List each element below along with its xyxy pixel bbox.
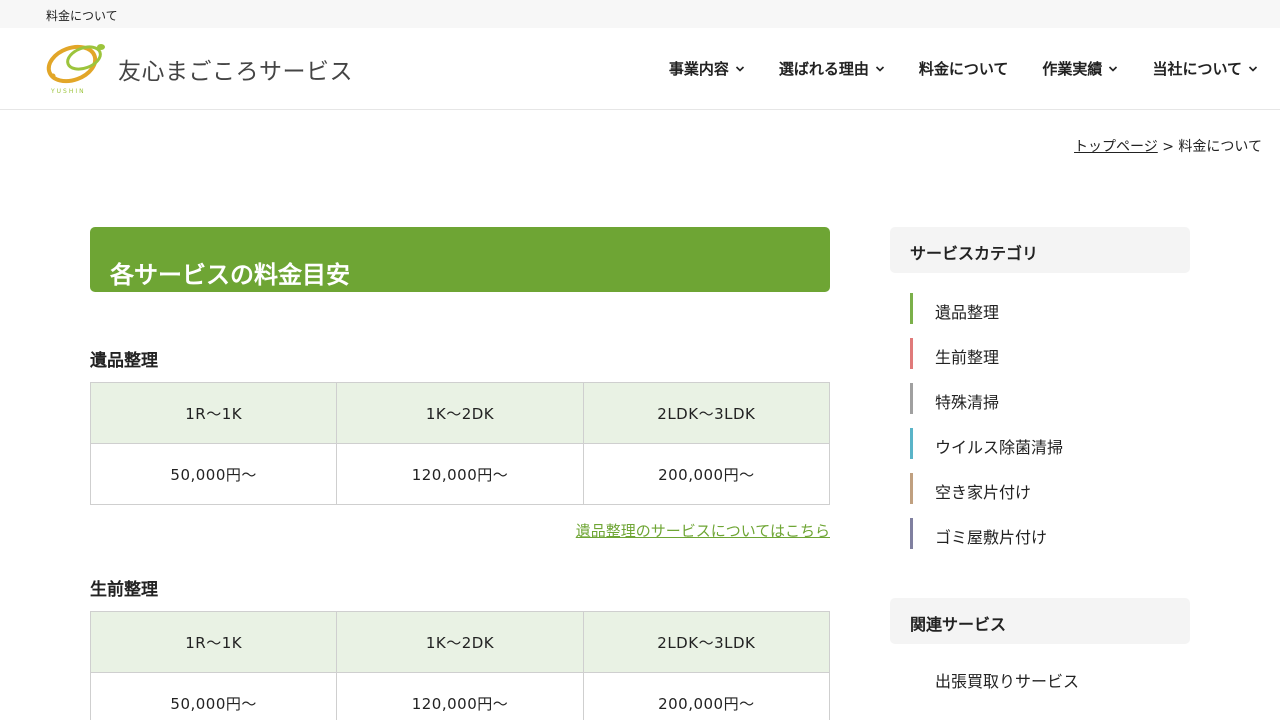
table-header-row: 1R〜1K 1K〜2DK 2LDK〜3LDK — [89, 611, 831, 673]
nav-item-about[interactable]: 当社について — [1152, 58, 1258, 79]
section-title-seizen: 生前整理 — [90, 580, 158, 600]
price-cell: 200,000円〜 — [582, 443, 831, 505]
sidebar-item-seizen[interactable]: 生前整理 — [910, 338, 1170, 369]
category-color-bar — [910, 518, 913, 549]
main-content: 各サービスの料金目安 遺品整理 1R〜1K 1K〜2DK 2LDK〜3LDK 5… — [89, 227, 831, 720]
sidebar-category-heading: サービスカテゴリ — [890, 227, 1190, 273]
breadcrumb: トップページ > 料金について — [1074, 136, 1262, 156]
nav-item-label: 選ばれる理由 — [778, 60, 869, 78]
price-table-ihin: 1R〜1K 1K〜2DK 2LDK〜3LDK 50,000円〜 120,000円… — [89, 382, 831, 505]
price-cell: 50,000円〜 — [89, 672, 338, 720]
logo-text: 友心まごころサービス — [118, 59, 353, 85]
nav-item-label: 事業内容 — [668, 60, 729, 78]
site-header: YUSHIN 友心まごころサービス 事業内容 選ばれる理由 料金について 作業実… — [0, 28, 1280, 110]
category-color-bar — [910, 293, 913, 324]
table-header-cell: 2LDK〜3LDK — [582, 382, 831, 444]
table-row: 50,000円〜 120,000円〜 200,000円〜 — [89, 672, 831, 720]
sidebar-item-label: 遺品整理 — [935, 303, 1000, 322]
section-title-ihin: 遺品整理 — [90, 351, 158, 371]
price-table-seizen: 1R〜1K 1K〜2DK 2LDK〜3LDK 50,000円〜 120,000円… — [89, 611, 831, 720]
sidebar-item-gomi[interactable]: ゴミ屋敷片付け — [910, 518, 1170, 549]
logo-sub-text: YUSHIN — [50, 88, 86, 95]
top-bar-page-title: 料金について — [46, 9, 118, 23]
page-title: 各サービスの料金目安 — [110, 261, 350, 289]
ihin-service-link[interactable]: 遺品整理のサービスについてはこちら — [576, 520, 830, 541]
sidebar-related-heading: 関連サービス — [890, 598, 1190, 644]
sidebar-item-tokushu[interactable]: 特殊清掃 — [910, 383, 1170, 414]
chevron-down-icon — [1248, 65, 1258, 72]
sidebar-item-label: ウイルス除菌清掃 — [935, 438, 1064, 457]
price-cell: 50,000円〜 — [89, 443, 338, 505]
page-title-bar: 各サービスの料金目安 — [90, 227, 830, 292]
nav-item-reasons[interactable]: 選ばれる理由 — [779, 58, 885, 79]
table-header-cell: 2LDK〜3LDK — [582, 611, 831, 673]
nav-item-label: 当社について — [1152, 60, 1242, 78]
price-cell: 120,000円〜 — [336, 443, 584, 505]
sidebar-item-ihin[interactable]: 遺品整理 — [910, 293, 1170, 324]
logo-mark-icon: YUSHIN — [46, 44, 105, 95]
sidebar-heading-label: 関連サービス — [910, 615, 1007, 634]
category-color-bar — [910, 383, 913, 414]
sidebar-item-virus[interactable]: ウイルス除菌清掃 — [910, 428, 1170, 459]
sidebar: サービスカテゴリ 遺品整理 生前整理 特殊清掃 ウイルス除菌清掃 空き家片付け … — [890, 227, 1190, 691]
price-cell: 120,000円〜 — [336, 672, 584, 720]
table-header-cell: 1K〜2DK — [336, 382, 584, 444]
chevron-down-icon — [735, 65, 744, 72]
sidebar-item-label: 空き家片付け — [935, 483, 1032, 502]
nav-item-works[interactable]: 作業実績 — [1042, 58, 1118, 79]
category-color-bar — [910, 473, 913, 504]
site-logo[interactable]: YUSHIN 友心まごころサービス — [44, 42, 353, 98]
table-header-cell: 1R〜1K — [89, 382, 338, 444]
nav-item-business[interactable]: 事業内容 — [669, 58, 745, 79]
breadcrumb-home-link[interactable]: トップページ — [1074, 139, 1158, 155]
table-header-cell: 1K〜2DK — [336, 611, 584, 673]
nav-item-label: 料金について — [918, 60, 1009, 78]
top-bar: 料金について — [0, 0, 1280, 28]
breadcrumb-current: 料金について — [1178, 139, 1262, 155]
category-color-bar — [910, 428, 913, 459]
sidebar-item-label: 生前整理 — [935, 348, 1000, 367]
chevron-down-icon — [1109, 65, 1118, 72]
chevron-down-icon — [875, 65, 884, 72]
table-row: 50,000円〜 120,000円〜 200,000円〜 — [89, 443, 831, 505]
main-nav: 事業内容 選ばれる理由 料金について 作業実績 当社について — [635, 58, 1258, 79]
table-header-cell: 1R〜1K — [89, 611, 338, 673]
nav-item-pricing[interactable]: 料金について — [919, 58, 1009, 79]
category-color-bar — [910, 338, 913, 369]
breadcrumb-separator: > — [1162, 139, 1174, 155]
sidebar-item-label: ゴミ屋敷片付け — [935, 528, 1048, 547]
sidebar-item-akiya[interactable]: 空き家片付け — [910, 473, 1170, 504]
nav-item-label: 作業実績 — [1042, 60, 1103, 78]
sidebar-related-item[interactable]: 出張買取りサービス — [935, 668, 1079, 692]
sidebar-heading-label: サービスカテゴリ — [910, 244, 1039, 263]
sidebar-item-label: 特殊清掃 — [935, 393, 1000, 412]
table-header-row: 1R〜1K 1K〜2DK 2LDK〜3LDK — [89, 382, 831, 444]
price-cell: 200,000円〜 — [582, 672, 831, 720]
